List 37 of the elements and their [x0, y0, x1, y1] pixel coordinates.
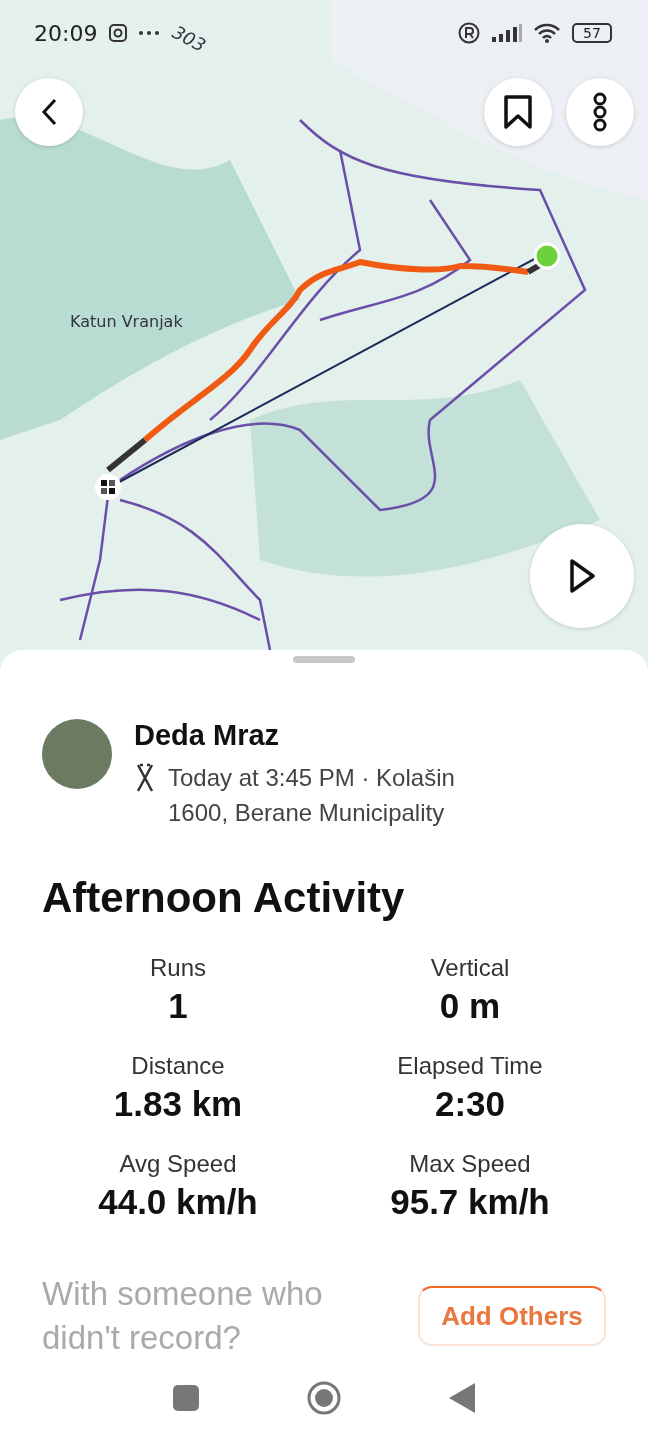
- back-icon: [41, 98, 57, 126]
- stat-value: 2:30: [434, 1084, 506, 1124]
- activity-title: Afternoon Activity: [42, 874, 406, 922]
- add-others-button[interactable]: Add Others: [418, 1286, 606, 1346]
- activity-meta: Today at 3:45 PM · Kolašin 1600, Berane Municipality: [168, 763, 456, 828]
- stat-label: Runs: [150, 954, 206, 982]
- home-icon[interactable]: [307, 1381, 341, 1415]
- drag-handle[interactable]: [293, 656, 355, 663]
- stat-label: Max Speed: [409, 1150, 531, 1178]
- map-label: Katun Vranjak: [70, 312, 183, 331]
- battery-indicator: 57: [572, 23, 612, 43]
- start-marker: [533, 242, 561, 270]
- more-notifications-icon: [139, 31, 160, 35]
- status-time: 20:09: [34, 20, 98, 46]
- bookmark-icon: [503, 94, 533, 130]
- add-others-prompt: With someone who didn't record?: [42, 1274, 324, 1358]
- more-icon: [592, 92, 608, 132]
- stat-value: 0 m: [439, 986, 501, 1026]
- map-label: 303: [169, 21, 210, 56]
- stat-value: 95.7 km/h: [390, 1182, 550, 1222]
- stat-label: Elapsed Time: [397, 1052, 543, 1080]
- athlete-name: Deda Mraz: [134, 719, 281, 752]
- stat-value: 44.0 km/h: [98, 1182, 258, 1222]
- signal-icon: [492, 24, 522, 42]
- back-nav-icon[interactable]: [449, 1383, 475, 1413]
- roaming-icon: [458, 22, 480, 44]
- finish-flag-icon: [95, 474, 121, 500]
- skis-icon: [134, 763, 156, 793]
- stat-label: Avg Speed: [119, 1150, 237, 1178]
- stat-value: 1: [168, 986, 188, 1026]
- wifi-icon: [534, 23, 560, 43]
- stat-label: Vertical: [430, 954, 510, 982]
- stat-value: 1.83 km: [113, 1084, 243, 1124]
- camera-app-icon: [109, 24, 128, 42]
- play-icon: [568, 558, 596, 594]
- stat-label: Distance: [131, 1052, 225, 1080]
- recents-icon[interactable]: [173, 1385, 199, 1411]
